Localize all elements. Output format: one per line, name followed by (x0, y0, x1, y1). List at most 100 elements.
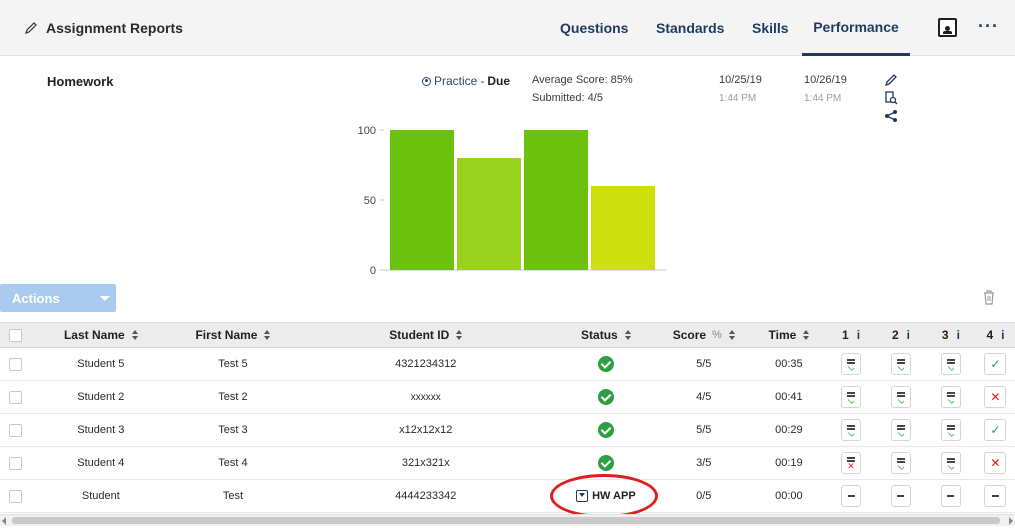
question-2-cell[interactable] (876, 381, 926, 413)
question-2-cell[interactable] (876, 348, 926, 380)
hw-app-status[interactable]: HW APP (576, 490, 636, 502)
question-4-cell[interactable]: ✕ (976, 381, 1015, 413)
header-question-4[interactable]: 4i (976, 323, 1015, 347)
status-cell (556, 414, 656, 446)
scroll-left-arrow-icon[interactable] (2, 517, 6, 525)
header-question-1[interactable]: 1i (826, 323, 876, 347)
preview-icon[interactable] (884, 91, 898, 105)
question-4-cell[interactable] (976, 480, 1015, 512)
row-checkbox[interactable] (9, 357, 23, 371)
chart-bar[interactable] (524, 130, 588, 270)
tab-standards[interactable]: Standards (656, 0, 738, 56)
question-2-cell[interactable] (876, 447, 926, 479)
header-first-name-label: First Name (195, 328, 258, 342)
not-answered-icon[interactable] (940, 485, 961, 507)
answer-correct-icon[interactable] (940, 386, 961, 408)
header-score[interactable]: Score% (656, 323, 752, 347)
question-3-cell[interactable] (926, 381, 976, 413)
report-tabs: Questions Standards Skills Performance (560, 0, 910, 56)
answer-correct-icon[interactable] (890, 452, 911, 474)
question-2-cell[interactable] (876, 480, 926, 512)
not-answered-icon[interactable] (841, 485, 862, 507)
question-1-cell[interactable] (826, 414, 876, 446)
actions-dropdown[interactable]: Actions (0, 284, 116, 312)
share-icon[interactable] (884, 109, 898, 123)
chart-bar[interactable] (390, 130, 454, 270)
answer-incorrect-icon[interactable]: ✕ (841, 452, 862, 474)
row-checkbox[interactable] (9, 423, 23, 437)
sort-icon (131, 330, 138, 340)
sort-icon (803, 330, 810, 340)
answer-correct-icon[interactable] (890, 419, 911, 441)
info-icon[interactable]: i (1001, 328, 1004, 342)
row-checkbox[interactable] (9, 456, 23, 470)
table-row[interactable]: Student 2 Test 2 xxxxxx 4/5 00:41 ✕ (0, 381, 1015, 414)
question-1-cell[interactable] (826, 480, 876, 512)
checkmark-icon[interactable]: ✓ (984, 419, 1007, 441)
table-row[interactable]: Student Test 4444233342 HW APP 0/5 00:00 (0, 480, 1015, 513)
x-mark-icon[interactable]: ✕ (984, 452, 1007, 474)
y-tick-label: 100 (358, 125, 376, 137)
first-name-cell: Test 3 (218, 424, 248, 436)
header-last-name[interactable]: Last Name (31, 323, 170, 347)
question-4-cell[interactable]: ✕ (976, 447, 1015, 479)
not-answered-icon[interactable] (890, 485, 911, 507)
answer-correct-icon[interactable] (841, 386, 862, 408)
score-percent-toggle[interactable]: % (712, 329, 722, 341)
trash-icon[interactable] (982, 289, 996, 305)
question-3-cell[interactable] (926, 414, 976, 446)
student-view-icon[interactable] (938, 18, 957, 37)
assignment-mode: Practice - Due (422, 74, 510, 88)
tab-performance[interactable]: Performance (802, 0, 910, 56)
row-checkbox[interactable] (9, 489, 23, 503)
question-2-cell[interactable] (876, 414, 926, 446)
tab-skills[interactable]: Skills (752, 0, 794, 56)
answer-correct-icon[interactable] (940, 419, 961, 441)
info-icon[interactable]: i (857, 328, 860, 342)
row-checkbox[interactable] (9, 390, 23, 404)
time-cell: 00:29 (775, 424, 803, 436)
chevron-down-icon[interactable] (94, 284, 116, 312)
not-answered-icon[interactable] (984, 485, 1007, 507)
answer-correct-icon[interactable] (841, 419, 862, 441)
answer-correct-icon[interactable] (841, 353, 862, 375)
checkmark-icon[interactable]: ✓ (984, 353, 1007, 375)
question-1-cell[interactable] (826, 348, 876, 380)
question-1-cell[interactable]: ✕ (826, 447, 876, 479)
question-4-cell[interactable]: ✓ (976, 414, 1015, 446)
scroll-thumb[interactable] (12, 517, 1000, 524)
last-name-cell: Student (81, 490, 120, 502)
answer-correct-icon[interactable] (890, 386, 911, 408)
time-cell: 00:35 (775, 358, 803, 370)
info-icon[interactable]: i (957, 328, 960, 342)
table-row[interactable]: Student 5 Test 5 4321234312 5/5 00:35 ✓ (0, 348, 1015, 381)
time-cell: 00:00 (775, 490, 803, 502)
header-question-2[interactable]: 2i (876, 323, 926, 347)
answer-correct-icon[interactable] (940, 452, 961, 474)
select-all-checkbox[interactable] (9, 328, 23, 342)
answer-correct-icon[interactable] (890, 353, 911, 375)
question-1-cell[interactable] (826, 381, 876, 413)
table-row[interactable]: Student 4 Test 4 321x321x 3/5 00:19 ✕ ✕ (0, 447, 1015, 480)
chart-bar[interactable] (457, 158, 521, 270)
info-icon[interactable]: i (907, 328, 910, 342)
x-mark-icon[interactable]: ✕ (984, 386, 1007, 408)
header-first-name[interactable]: First Name (170, 323, 295, 347)
edit-icon[interactable] (884, 73, 898, 87)
header-time[interactable]: Time (752, 323, 826, 347)
scroll-right-arrow-icon[interactable] (1009, 517, 1013, 525)
question-3-cell[interactable] (926, 447, 976, 479)
question-3-cell[interactable] (926, 480, 976, 512)
table-row[interactable]: Student 3 Test 3 x12x12x12 5/5 00:29 ✓ (0, 414, 1015, 447)
question-3-cell[interactable] (926, 348, 976, 380)
tab-questions[interactable]: Questions (560, 0, 638, 56)
answer-correct-icon[interactable] (940, 353, 961, 375)
app-brand[interactable]: Assignment Reports (24, 20, 183, 36)
horizontal-scrollbar[interactable] (0, 514, 1015, 526)
chart-bar[interactable] (591, 186, 655, 270)
header-question-3[interactable]: 3i (926, 323, 976, 347)
header-student-id[interactable]: Student ID (296, 323, 556, 347)
more-options-icon[interactable]: ··· (978, 16, 999, 37)
header-status[interactable]: Status (556, 323, 656, 347)
question-4-cell[interactable]: ✓ (976, 348, 1015, 380)
